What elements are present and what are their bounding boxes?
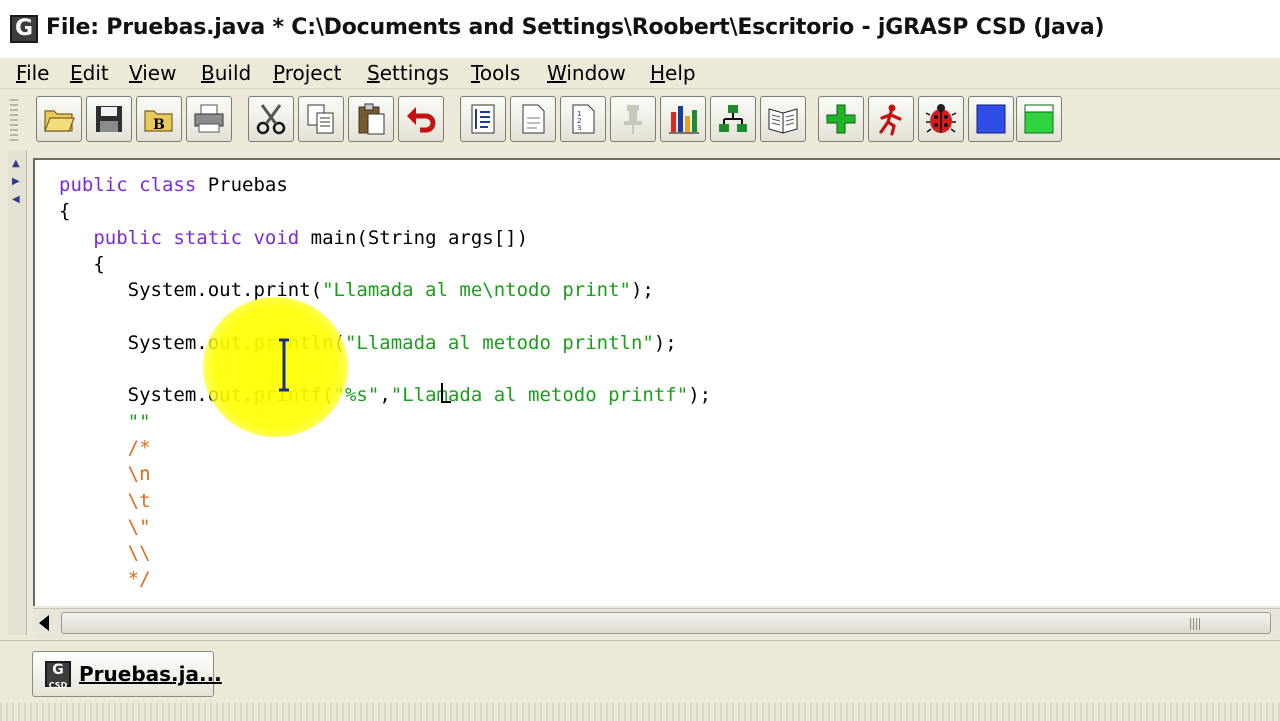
code-line-6: System.out.println("Llamada al metodo pr…	[128, 331, 677, 354]
code-line-9: /*	[127, 436, 151, 459]
window-icon	[1024, 104, 1054, 134]
undo-icon	[407, 107, 436, 133]
debug-button[interactable]	[918, 96, 964, 142]
tab-pruebas-java[interactable]: G CSD Pruebas.ja...	[32, 651, 222, 697]
code-line-5: System.out.print("Llamada al me\ntodo pr…	[127, 279, 654, 302]
tab-label: Pruebas.ja...	[79, 662, 222, 686]
book-icon	[768, 108, 798, 134]
code-line-13: \\	[127, 542, 151, 565]
code-line-1: public class Pruebas	[59, 174, 288, 196]
menu-tools[interactable]: Tools	[471, 61, 520, 85]
save-icon	[96, 106, 122, 132]
pin-button[interactable]	[610, 96, 656, 142]
menu-build[interactable]: Build	[201, 61, 251, 85]
csd-document-icon: G CSD	[45, 661, 71, 690]
paste-icon	[358, 103, 385, 135]
line-numbers-icon: 123	[572, 104, 595, 134]
code-line-7: System.out.printf("%s","Llamada al metod…	[128, 384, 712, 407]
document-tab-bar: G CSD Pruebas.ja...	[0, 640, 1280, 721]
svg-text:3: 3	[577, 124, 581, 132]
toolbar: B 123	[0, 88, 1280, 151]
chart-button[interactable]	[660, 96, 706, 142]
menu-edit[interactable]: Edit	[70, 61, 109, 85]
code-line-10: \n	[127, 463, 151, 486]
menu-window[interactable]: Window	[547, 61, 626, 85]
title-bar: G File: Pruebas.java * C:\Documents and …	[0, 0, 1280, 58]
scrollbar-thumb[interactable]	[61, 612, 1271, 634]
svg-text:B: B	[153, 117, 165, 133]
scroll-left-arrow-icon[interactable]	[39, 615, 49, 631]
browse-icon: B	[144, 110, 173, 133]
browse-button[interactable]: B	[136, 96, 182, 142]
collapse-arrow-icon[interactable]: ▲	[12, 158, 20, 169]
editor-area: ▲ ▶ ◀ public class Pruebas { public stat…	[0, 150, 1280, 640]
fold-arrow-icon[interactable]: ◀	[12, 194, 20, 205]
debug-icon	[925, 104, 957, 133]
generate-csd-button[interactable]	[460, 96, 506, 142]
editor-side-strip[interactable]: ▲ ▶ ◀	[8, 150, 27, 635]
horizontal-scrollbar[interactable]	[33, 608, 1280, 638]
cut-button[interactable]	[248, 96, 294, 142]
text-caret	[441, 383, 451, 403]
code-line-4: {	[93, 252, 105, 275]
source-code[interactable]: public class Pruebas { public static voi…	[59, 172, 711, 593]
expand-arrow-icon[interactable]: ▶	[12, 176, 20, 187]
menu-view[interactable]: View	[129, 61, 176, 85]
menu-file[interactable]: File	[16, 61, 49, 85]
compile-button[interactable]	[818, 96, 864, 142]
status-strip	[0, 703, 1280, 721]
code-line-11: \t	[127, 489, 151, 512]
menu-settings[interactable]: Settings	[367, 61, 449, 85]
code-line-14: */	[127, 568, 151, 591]
book-button[interactable]	[760, 96, 806, 142]
cut-icon	[256, 104, 286, 135]
chart-icon	[669, 106, 699, 134]
toolbar-grip[interactable]	[10, 99, 18, 141]
line-numbers-button[interactable]: 123	[560, 96, 606, 142]
save-button[interactable]	[86, 96, 132, 142]
jgrasp-app-icon: G	[10, 15, 38, 43]
compile-icon	[826, 104, 856, 134]
open-folder-icon	[44, 110, 75, 132]
open-button[interactable]	[36, 96, 82, 142]
uml-icon	[719, 105, 747, 132]
menu-project[interactable]: Project	[273, 61, 341, 85]
remove-csd-icon	[522, 104, 545, 134]
menu-bar: File Edit View Build Project Settings To…	[0, 58, 1280, 88]
remove-csd-button[interactable]	[510, 96, 556, 142]
generate-csd-icon	[471, 104, 495, 134]
copy-icon	[307, 104, 334, 134]
run-icon	[879, 104, 902, 136]
code-line-2: {	[59, 200, 71, 223]
paste-button[interactable]	[348, 96, 394, 142]
code-line-3: public static void main(String args[])	[93, 226, 529, 249]
print-button[interactable]	[186, 96, 232, 142]
stop-icon	[976, 104, 1006, 134]
print-icon	[194, 104, 224, 133]
menu-help[interactable]: Help	[650, 61, 696, 85]
window-button[interactable]	[1016, 96, 1062, 142]
code-line-8: ""	[127, 410, 151, 433]
copy-button[interactable]	[298, 96, 344, 142]
pin-icon	[624, 105, 642, 134]
stop-button[interactable]	[968, 96, 1014, 142]
code-line-12: \"	[127, 515, 151, 538]
scrollbar-grip	[1190, 618, 1200, 630]
uml-button[interactable]	[710, 96, 756, 142]
run-button[interactable]	[868, 96, 914, 142]
undo-button[interactable]	[398, 96, 444, 142]
window-title: File: Pruebas.java * C:\Documents and Se…	[46, 15, 1105, 40]
text-cursor-icon	[279, 338, 289, 392]
